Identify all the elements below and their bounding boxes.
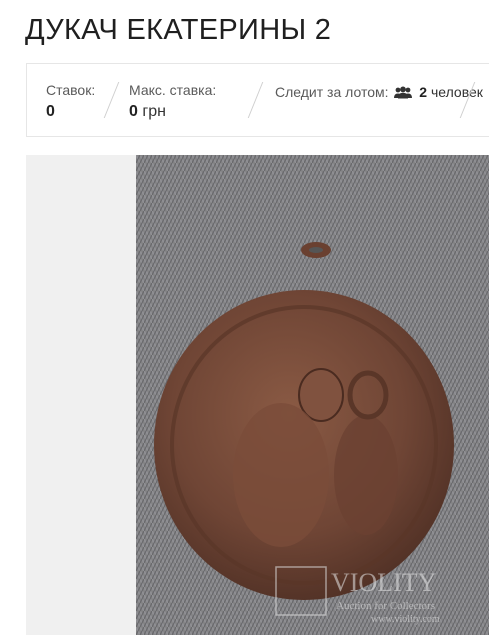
watchers-stat[interactable]: Следит за лотом: 2 человек: [275, 84, 483, 102]
users-icon: [394, 86, 413, 102]
bids-value: 0: [46, 103, 55, 120]
max-bid-unit: грн: [142, 103, 166, 120]
stat-divider: [247, 82, 264, 118]
watchers-label: Следит за лотом:: [275, 84, 389, 100]
max-bid-label: Макс. ставка:: [129, 82, 217, 98]
max-bid-stat: Макс. ставка: 0 грн: [129, 82, 216, 121]
stat-divider: [103, 82, 120, 118]
max-bid-value-row: 0 грн: [129, 103, 216, 121]
lot-title: ДУКАЧ ЕКАТЕРИНЫ 2: [25, 14, 332, 46]
bids-stat: Ставок: 0: [46, 82, 95, 121]
watchers-count: 2: [419, 84, 428, 100]
watermark-tagline: Auction for Collectors: [336, 600, 435, 612]
bids-label: Ставок:: [46, 82, 96, 98]
lot-photo[interactable]: VIOLITY Auction for Collectors www.violi…: [136, 155, 489, 635]
max-bid-value: 0: [129, 103, 138, 120]
photo-gallery[interactable]: VIOLITY Auction for Collectors www.violi…: [26, 155, 489, 635]
watermark-url: www.violity.com: [371, 614, 440, 625]
lot-stats-bar: Ставок: 0 Макс. ставка: 0 грн Следит за …: [26, 63, 489, 137]
watchers-unit: человек: [430, 84, 483, 100]
watermark-brand: VIOLITY: [331, 568, 437, 597]
